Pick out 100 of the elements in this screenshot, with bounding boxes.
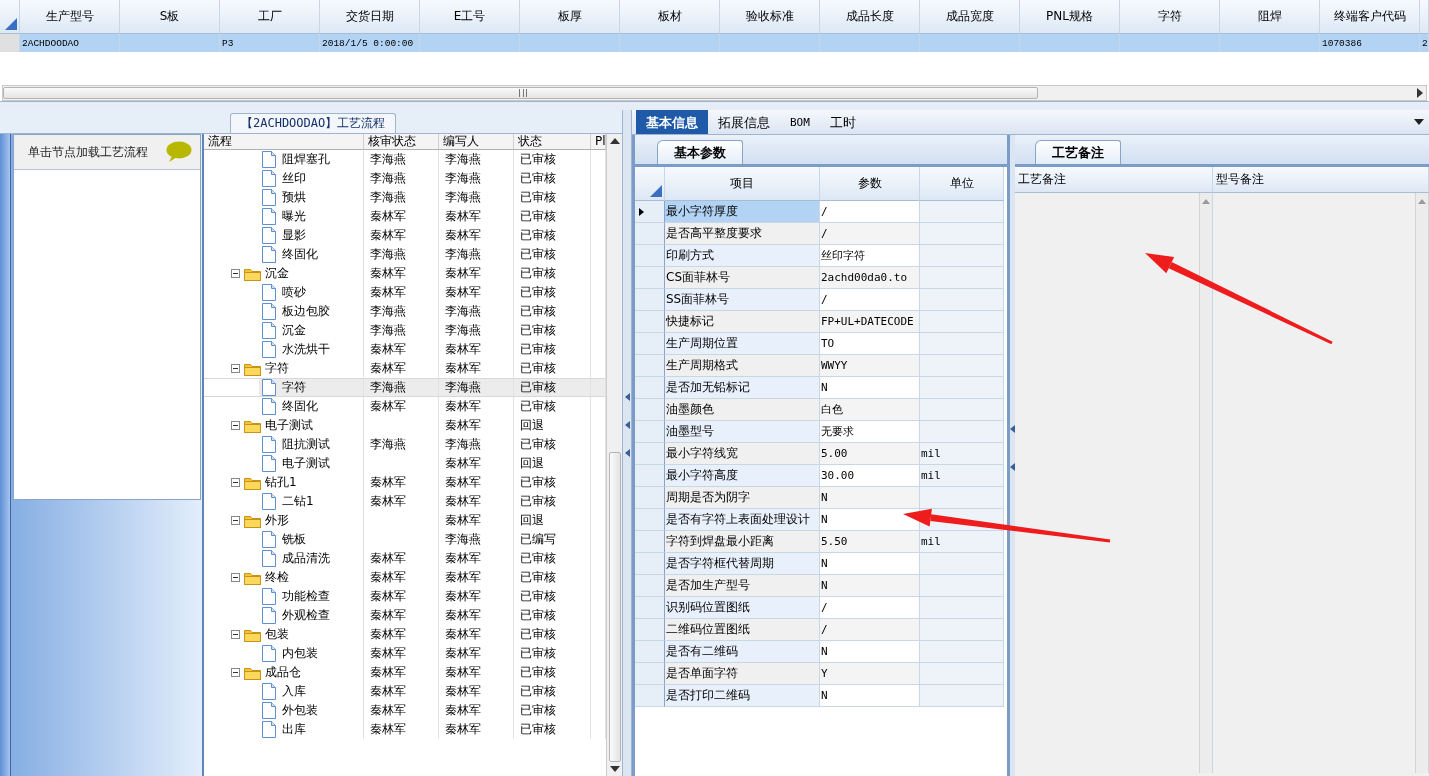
tree-node[interactable]: 字符 [204, 378, 364, 397]
column-header[interactable]: 板材 [620, 0, 720, 34]
column-header[interactable]: 参数 [820, 167, 920, 201]
table-cell[interactable] [1120, 34, 1220, 52]
table-cell[interactable]: / [820, 201, 920, 223]
table-cell[interactable]: TO [820, 333, 920, 355]
table-cell[interactable]: N [820, 685, 920, 707]
column-header[interactable]: 交货日期 [320, 0, 420, 34]
tab[interactable]: 拓展信息 [708, 110, 780, 134]
column-header[interactable]: 核审状态 [364, 134, 439, 150]
column-header[interactable] [635, 167, 665, 201]
column-header[interactable]: 编写人 [439, 134, 514, 150]
table-cell[interactable]: / [820, 597, 920, 619]
vertical-scrollbar[interactable] [1415, 193, 1428, 773]
tab[interactable]: 工艺备注 [1035, 140, 1121, 164]
table-cell[interactable]: P3 [220, 34, 320, 52]
tree-node[interactable]: 终检 [204, 568, 364, 587]
table-cell[interactable]: 5.00 [820, 443, 920, 465]
table-cell[interactable]: 无要求 [820, 421, 920, 443]
tree-node[interactable]: 喷砂 [204, 283, 364, 302]
column-header[interactable]: 终端客户代码 [1320, 0, 1420, 34]
tree-node[interactable]: 电子测试 [204, 454, 364, 473]
column-header[interactable]: 成品宽度 [920, 0, 1020, 34]
table-cell[interactable] [1020, 34, 1120, 52]
table-cell[interactable] [1220, 34, 1320, 52]
tree-node[interactable]: 外包装 [204, 701, 364, 720]
tree-node[interactable]: 外观检查 [204, 606, 364, 625]
tree-node[interactable]: 水洗烘干 [204, 340, 364, 359]
tree-node[interactable]: 丝印 [204, 169, 364, 188]
table-cell[interactable] [120, 34, 220, 52]
tree-node[interactable]: 沉金 [204, 321, 364, 340]
tab[interactable]: BOM [780, 110, 820, 134]
tree-node[interactable]: 出库 [204, 720, 364, 739]
column-header[interactable]: 型号备注 [1213, 167, 1429, 193]
splitter-bar[interactable] [0, 101, 1429, 110]
tree-node[interactable]: 预烘 [204, 188, 364, 207]
collapse-icon[interactable] [231, 573, 240, 582]
table-cell[interactable]: N [820, 509, 920, 531]
table-cell[interactable] [420, 34, 520, 52]
tree-node[interactable]: 沉金 [204, 264, 364, 283]
collapse-icon[interactable] [231, 668, 240, 677]
dropdown-icon[interactable] [1414, 119, 1424, 125]
vertical-scrollbar[interactable] [606, 134, 622, 776]
table-cell[interactable]: 白色 [820, 399, 920, 421]
column-header[interactable]: PNL规格 [1020, 0, 1120, 34]
tree-node[interactable]: 阻焊塞孔 [204, 150, 364, 169]
tree-node[interactable]: 曝光 [204, 207, 364, 226]
table-cell[interactable] [620, 34, 720, 52]
tree-node[interactable]: 阻抗测试 [204, 435, 364, 454]
collapse-icon[interactable] [231, 364, 240, 373]
column-header[interactable]: 验收标准 [720, 0, 820, 34]
collapse-icon[interactable] [231, 421, 240, 430]
table-cell[interactable]: 5.50 [820, 531, 920, 553]
navigation-strip[interactable] [0, 134, 11, 776]
column-header[interactable]: 工厂 [220, 0, 320, 34]
column-header[interactable]: 流程 [204, 134, 364, 150]
tree-node[interactable]: 成品仓 [204, 663, 364, 682]
table-cell[interactable]: N [820, 487, 920, 509]
table-cell[interactable]: 2 [1420, 34, 1429, 52]
table-cell[interactable]: N [820, 553, 920, 575]
tree-node[interactable]: 钻孔1 [204, 473, 364, 492]
table-cell[interactable]: 2ACHDOODAO [20, 34, 120, 52]
table-cell[interactable]: 1070386 [1320, 34, 1420, 52]
table-cell[interactable]: 2018/1/5 0:00:00 [320, 34, 420, 52]
tree-node[interactable]: 入库 [204, 682, 364, 701]
tree-node[interactable]: 外形 [204, 511, 364, 530]
table-cell[interactable]: Y [820, 663, 920, 685]
table-cell[interactable] [520, 34, 620, 52]
tree-node[interactable]: 显影 [204, 226, 364, 245]
tree-node[interactable]: 板边包胶 [204, 302, 364, 321]
tree-node[interactable]: 内包装 [204, 644, 364, 663]
tree-node[interactable]: 电子测试 [204, 416, 364, 435]
column-header[interactable]: 阻焊 [1220, 0, 1320, 34]
table-cell[interactable] [720, 34, 820, 52]
column-header[interactable]: Pl [591, 134, 606, 150]
column-header[interactable]: E工号 [420, 0, 520, 34]
column-header[interactable]: 工艺备注 [1015, 167, 1213, 193]
tab[interactable]: 工时 [819, 110, 866, 134]
column-header[interactable]: 成品长度 [820, 0, 920, 34]
table-cell[interactable]: / [820, 289, 920, 311]
table-cell[interactable]: WWYY [820, 355, 920, 377]
tree-node[interactable]: 二钻1 [204, 492, 364, 511]
collapse-icon[interactable] [231, 478, 240, 487]
table-cell[interactable]: N [820, 575, 920, 597]
row-header[interactable] [635, 201, 665, 223]
column-header[interactable]: 状态 [514, 134, 591, 150]
table-cell[interactable]: N [820, 641, 920, 663]
tree-node[interactable]: 终固化 [204, 245, 364, 264]
table-cell[interactable]: 30.00 [820, 465, 920, 487]
table-cell[interactable]: N [820, 377, 920, 399]
column-header[interactable]: 生产型号 [20, 0, 120, 34]
table-cell[interactable]: 丝印字符 [820, 245, 920, 267]
column-header[interactable]: 单位 [920, 167, 1004, 201]
tree-node[interactable]: 功能检查 [204, 587, 364, 606]
column-header[interactable]: S板 [120, 0, 220, 34]
tree-node[interactable]: 铣板 [204, 530, 364, 549]
column-header[interactable]: 字符 [1120, 0, 1220, 34]
collapse-icon[interactable] [231, 269, 240, 278]
table-cell[interactable]: / [820, 619, 920, 641]
tree-node[interactable]: 终固化 [204, 397, 364, 416]
